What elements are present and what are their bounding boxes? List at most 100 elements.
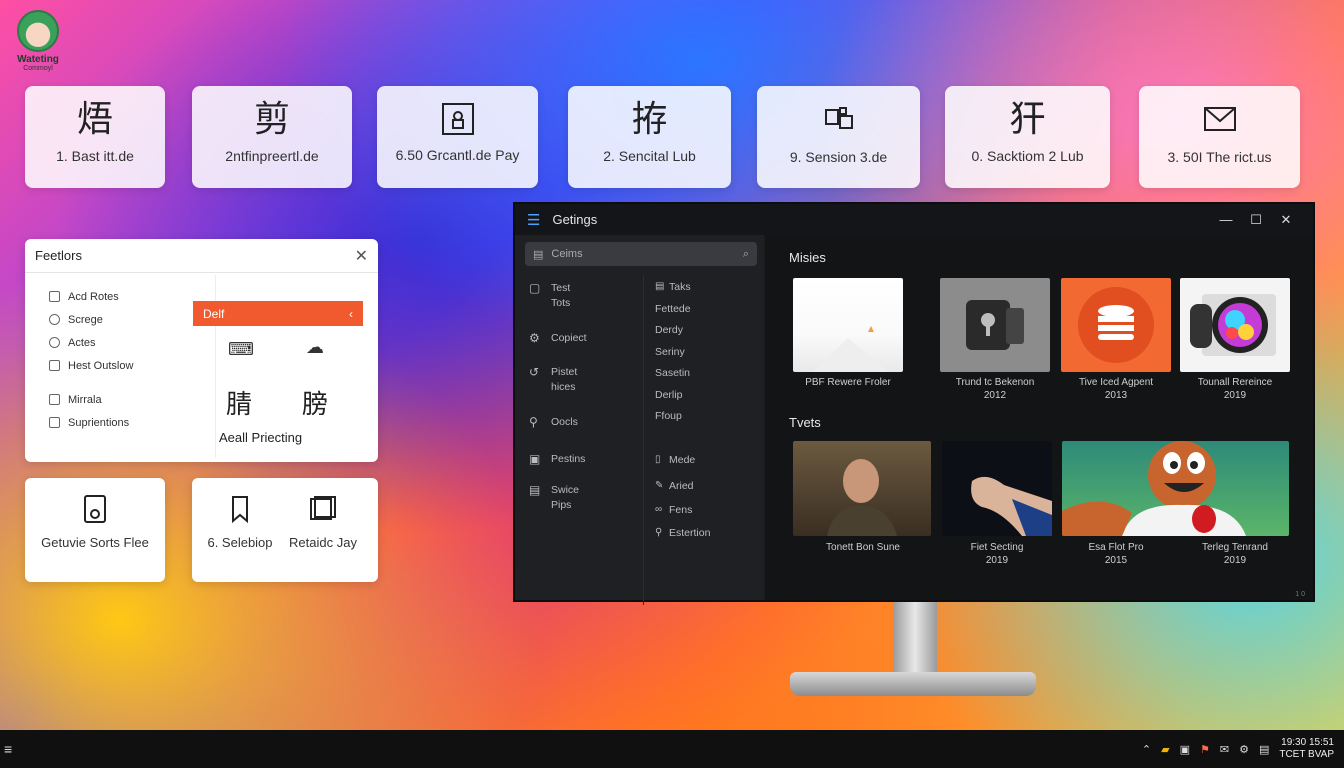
clock-date: TCET BVAP [1279, 749, 1334, 760]
nav-item[interactable]: ▣ Pestins [529, 452, 585, 467]
card-label: Getuvie Sorts Flee [41, 535, 149, 550]
nav-item[interactable]: ⚲ Oocls [529, 415, 578, 430]
mail-icon[interactable]: ✉ [1220, 743, 1229, 756]
thumbnail[interactable] [793, 278, 903, 372]
card-label: 6. Selebiop [207, 535, 273, 550]
close-icon[interactable]: ✕ [355, 246, 368, 266]
features-item-label: Acd Rotes [68, 290, 119, 303]
close-icon[interactable]: ✕ [1271, 212, 1301, 228]
keyboard-icon[interactable]: ⌨ [228, 339, 254, 360]
thumbnail[interactable] [1062, 441, 1289, 536]
selected-option[interactable]: Delf ‹ [193, 301, 363, 326]
nav-item[interactable]: ▢ Test Tots [529, 281, 591, 311]
sub-label: Ffoup [655, 410, 682, 422]
content-area: Misies PBF Rewere Froler Trund tc Bekeno… [765, 235, 1313, 600]
features-item[interactable]: Mirrala [49, 388, 199, 411]
checkbox-icon[interactable] [49, 291, 60, 302]
list-icon: ▤ [655, 281, 665, 292]
nav-item[interactable]: ↺ Pistet hices [529, 365, 591, 395]
thumbnail[interactable] [793, 441, 931, 536]
speaker-device-image [1190, 294, 1276, 356]
thumbnail[interactable] [1061, 278, 1171, 372]
sub-item[interactable]: Fettede [655, 303, 691, 315]
tile-7[interactable]: 3. 50I The rict.us [1139, 86, 1300, 188]
cloud-icon[interactable]: ☁ [306, 337, 324, 358]
minimize-icon[interactable]: — [1211, 212, 1241, 227]
features-item[interactable]: Screge [49, 308, 199, 331]
tile-6[interactable]: 犴 0. Sacktiom 2 Lub [945, 86, 1110, 188]
tile-label: 0. Sacktiom 2 Lub [971, 148, 1084, 164]
caption-title: Tounall Rereince [1197, 377, 1273, 388]
sub-item[interactable]: ▯ Mede [655, 454, 695, 466]
features-item-label: Screge [68, 313, 103, 326]
key-icon: ⚲ [529, 415, 538, 429]
search-input[interactable]: ▤ Ceims ⌕ [525, 242, 757, 266]
caption-title: Terleg Tenrand [1202, 542, 1268, 553]
sub-item[interactable]: ▤ Taks [655, 281, 691, 293]
features-item[interactable]: Actes [49, 331, 199, 354]
settings-icon[interactable]: ⚙ [1239, 743, 1249, 756]
sub-item[interactable]: Sasetin [655, 367, 690, 379]
sub-label: Derlip [655, 389, 683, 401]
sub-item[interactable]: ✎ Aried [655, 480, 694, 492]
edit-icon: ✎ [655, 480, 664, 491]
sub-label: Seriny [655, 346, 685, 358]
features-item[interactable]: Acd Rotes [49, 285, 199, 308]
thumbnail-caption: Esa Flot Pro 2015 [1056, 541, 1176, 567]
checkbox-icon[interactable] [49, 394, 60, 405]
documents-icon [310, 496, 336, 520]
portrait-image [827, 459, 897, 536]
sub-item[interactable]: Seriny [655, 346, 685, 358]
thumbnail-caption: Trund tc Bekenon 2012 [935, 376, 1055, 402]
features-item[interactable]: Suprientions [49, 411, 199, 434]
search-icon[interactable]: ⌕ [743, 248, 749, 261]
settings-icon: ⚙ [529, 331, 540, 345]
clock[interactable]: 19:30 15:51 TCET BVAP [1279, 737, 1334, 761]
card-right[interactable]: Retaidc Jay [278, 478, 368, 551]
sub-item[interactable]: ⚲ Estertion [655, 527, 710, 539]
hand-image [971, 476, 1052, 536]
tile-2[interactable]: 剪 2ntfinpreertl.de [192, 86, 352, 188]
features-item[interactable]: Hest Outslow [49, 354, 199, 377]
start-menu-icon[interactable]: ≡ [4, 741, 12, 757]
document-icon: ▣ [529, 452, 541, 466]
lock-box-icon [441, 103, 474, 135]
sub-item[interactable]: Ffoup [655, 410, 682, 422]
card-sorts[interactable]: Getuvie Sorts Flee [25, 478, 165, 582]
nav-label: Pestins [551, 453, 586, 465]
radio-icon[interactable] [49, 337, 60, 348]
tile-label: 9. Sension 3.de [789, 149, 888, 165]
window-title: Getings [552, 212, 598, 227]
card-left[interactable]: 6. Selebiop [195, 478, 285, 551]
chevron-up-icon[interactable]: ⌃ [1142, 743, 1151, 756]
caption-title: Tive Iced Agpent [1078, 377, 1154, 388]
maximize-icon[interactable]: ☐ [1241, 212, 1271, 228]
tile-3[interactable]: 6.50 Grcantl.de Pay [377, 86, 538, 188]
sub-item[interactable]: ∞ Fens [655, 504, 692, 516]
nav-item[interactable]: ▤ Swice Pips [529, 483, 591, 513]
radio-icon[interactable] [49, 314, 60, 325]
tile-1[interactable]: 焐 1. Bast itt.de [25, 86, 165, 188]
nav-item[interactable]: ⚙ Copiect [529, 331, 587, 346]
sub-item[interactable]: Derdy [655, 324, 683, 336]
folder-icon[interactable]: ▰ [1161, 743, 1169, 756]
checkbox-icon[interactable] [49, 417, 60, 428]
thumbnail-caption: PBF Rewere Froler [788, 376, 908, 389]
checkbox-icon[interactable] [49, 360, 60, 371]
tile-5[interactable]: 9. Sension 3.de [757, 86, 920, 188]
thumbnail[interactable] [940, 278, 1050, 372]
thumbnail[interactable] [942, 441, 1052, 536]
network-icon[interactable]: ▣ [1180, 743, 1190, 756]
notification-icon[interactable]: ▤ [1259, 743, 1269, 756]
section-title: Tvets [789, 415, 821, 430]
tile-glyph: 剪 [253, 99, 290, 140]
thumbnail-caption: Fiet Secting 2019 [937, 541, 1057, 567]
padlock-device-image [966, 300, 1024, 350]
hamburger-icon[interactable]: ☰ [527, 211, 540, 229]
flag-icon[interactable]: ⚑ [1200, 743, 1210, 756]
tile-label: 2. Sencital Lub [603, 148, 696, 164]
thumbnail[interactable] [1180, 278, 1290, 372]
logo-subtext: Commoyl [23, 65, 53, 72]
tile-4[interactable]: 拵 2. Sencital Lub [568, 86, 731, 188]
sub-item[interactable]: Derlip [655, 389, 682, 401]
